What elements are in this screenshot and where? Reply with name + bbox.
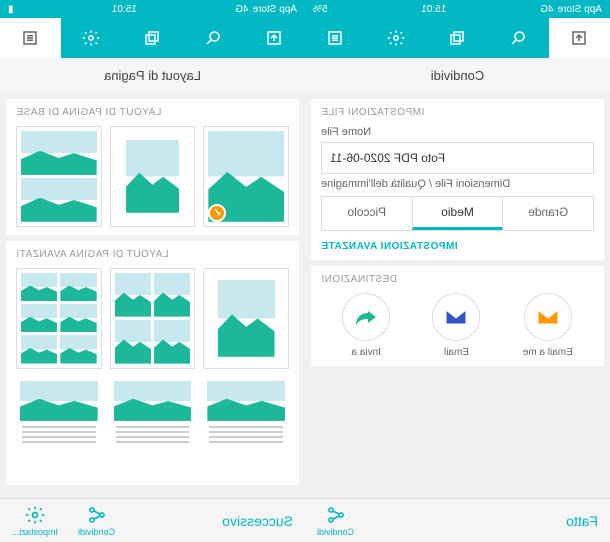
gear-icon (25, 505, 45, 525)
left-phone-screen: App Store 4G 15:01 5% Condividi IMPOSTAZ… (305, 0, 610, 542)
gear-icon (385, 26, 409, 50)
share-label: Condividi (317, 527, 354, 537)
network-icon: 4G (540, 4, 553, 15)
list-icon (19, 26, 43, 50)
app-indicator: App Store (253, 4, 297, 15)
seg-large[interactable]: Grande (502, 197, 593, 230)
tab-search[interactable] (488, 18, 549, 58)
content-area: LAYOUT DI PAGINA DI BASE LAYOUT DI PAGIN… (0, 93, 305, 498)
card-title: DESTINAZIONI (321, 274, 594, 285)
network-icon: 4G (235, 4, 248, 15)
dest-email-me[interactable]: Email a me (523, 293, 573, 358)
layout-single-adv[interactable] (203, 268, 289, 369)
search-icon (507, 26, 531, 50)
share-label: Condividi (78, 527, 115, 537)
tab-export[interactable] (244, 18, 305, 58)
battery-icon: 5% (313, 4, 327, 15)
share-icon (326, 505, 346, 525)
share-icon (87, 505, 107, 525)
layout-2up[interactable] (16, 126, 102, 227)
card-title: IMPOSTAZIONI FILE (321, 107, 594, 118)
file-settings-card: IMPOSTAZIONI FILE Nome File Dimensioni F… (311, 99, 604, 260)
dest-label: Email a me (523, 347, 573, 358)
done-button[interactable]: Fatto (566, 513, 598, 529)
dest-label: Invia a (351, 347, 380, 358)
gear-icon (80, 26, 104, 50)
top-toolbar (305, 18, 610, 58)
export-icon (263, 26, 287, 50)
layout-img-text-2[interactable] (110, 377, 196, 478)
tab-list[interactable] (305, 18, 366, 58)
layout-img-text[interactable] (203, 377, 289, 478)
bottom-bar: Successivo Condividi Impostazi... (0, 498, 305, 542)
seg-small[interactable]: Piccolo (322, 197, 412, 230)
content-area: IMPOSTAZIONI FILE Nome File Dimensioni F… (305, 93, 610, 498)
dest-label: Email (444, 347, 469, 358)
envelope-icon (433, 293, 481, 341)
tab-list[interactable] (0, 18, 61, 58)
top-toolbar (0, 18, 305, 58)
advanced-settings-link[interactable]: IMPOSTAZIONI AVANZATE (321, 241, 594, 252)
layer-icon (446, 26, 470, 50)
app-indicator: App Store (558, 4, 602, 15)
dest-email[interactable]: Email (433, 293, 481, 358)
layout-4up[interactable] (110, 268, 196, 369)
share-button[interactable]: Condividi (317, 505, 354, 537)
tab-layer[interactable] (427, 18, 488, 58)
card-title: LAYOUT DI PAGINA DI BASE (16, 107, 289, 118)
file-name-label: Nome File (321, 126, 594, 138)
quality-segmented-control: Grande Medio Piccolo (321, 196, 594, 231)
status-bar: App Store 4G 15:01 ▮ (0, 0, 305, 18)
envelope-icon (524, 293, 572, 341)
basic-layout-grid (16, 126, 289, 227)
status-time: 15:01 (112, 4, 137, 15)
layout-single[interactable] (203, 126, 289, 227)
seg-medium[interactable]: Medio (412, 197, 503, 230)
destinations-card: DESTINAZIONI Email a me Email Invia a (311, 266, 604, 366)
status-bar: App Store 4G 15:01 5% (305, 0, 610, 18)
layout-6up[interactable] (16, 268, 102, 369)
tab-settings[interactable] (61, 18, 122, 58)
quality-label: Dimensioni File / Qualità dell'immagine (321, 178, 594, 190)
search-icon (202, 26, 226, 50)
tab-search[interactable] (183, 18, 244, 58)
bottom-bar: Fatto Condividi (305, 498, 610, 542)
advanced-layout-grid-2 (16, 377, 289, 478)
battery-icon: ▮ (8, 4, 14, 15)
layout-single-fit[interactable] (110, 126, 196, 227)
reply-arrow-icon (342, 293, 390, 341)
advanced-layout-grid (16, 268, 289, 369)
destinations-row: Email a me Email Invia a (321, 293, 594, 358)
layout-img-text-3[interactable] (16, 377, 102, 478)
share-button[interactable]: Condividi (78, 505, 115, 537)
card-title: LAYOUT DI PAGINA AVANZATI (16, 249, 289, 260)
tab-export[interactable] (549, 18, 610, 58)
page-title: Condividi (305, 58, 610, 93)
tab-settings[interactable] (366, 18, 427, 58)
right-phone-screen: App Store 4G 15:01 ▮ Layout di Pagina LA… (0, 0, 305, 542)
settings-button[interactable]: Impostazi... (12, 505, 58, 537)
list-icon (324, 26, 348, 50)
file-name-input[interactable] (321, 142, 594, 174)
tab-layer[interactable] (122, 18, 183, 58)
dest-send-to[interactable]: Invia a (342, 293, 390, 358)
basic-layouts-card: LAYOUT DI PAGINA DI BASE (6, 99, 299, 235)
advanced-layouts-card: LAYOUT DI PAGINA AVANZATI (6, 241, 299, 486)
status-time: 15:01 (421, 4, 446, 15)
next-button[interactable]: Successivo (222, 513, 293, 529)
page-title: Layout di Pagina (0, 58, 305, 93)
export-icon (568, 26, 592, 50)
layer-icon (141, 26, 165, 50)
settings-label: Impostazi... (12, 527, 58, 537)
selected-badge-icon (208, 204, 226, 222)
